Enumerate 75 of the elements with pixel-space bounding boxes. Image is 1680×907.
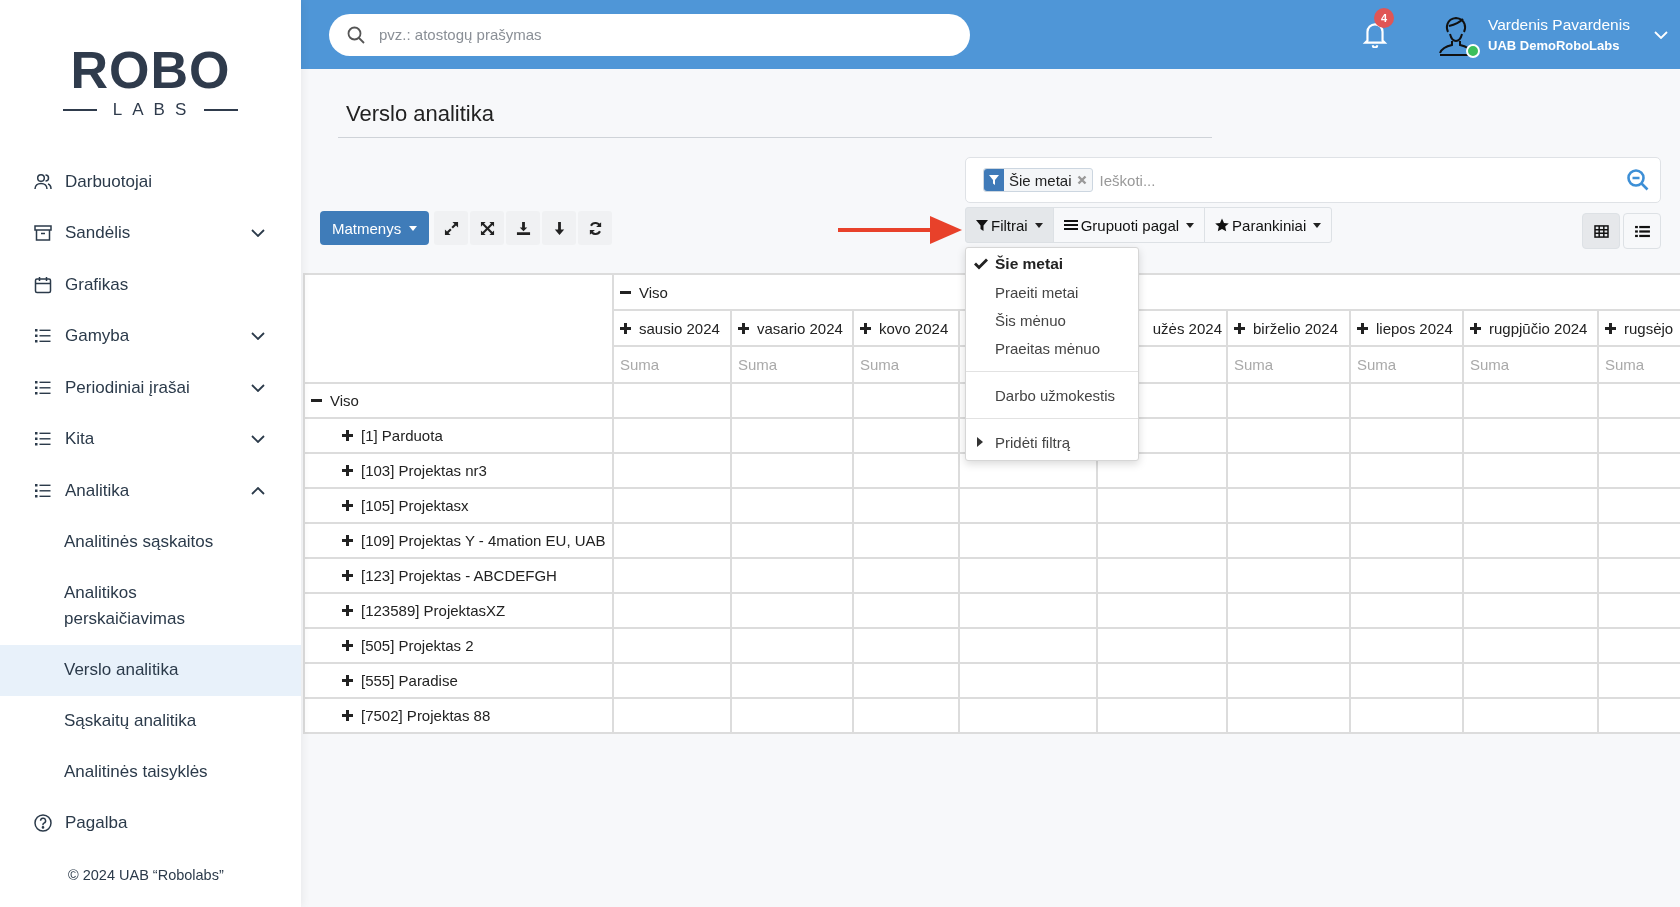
calendar-icon xyxy=(33,274,53,295)
notification-badge: 4 xyxy=(1374,7,1394,28)
search-input[interactable]: pvz.: atostogų prašymas xyxy=(377,25,970,44)
row-header[interactable]: [1] Parduota xyxy=(342,427,443,444)
sidebar-item[interactable]: Gamyba xyxy=(0,310,301,362)
sidebar-subitem[interactable]: Analitikos perskaičiavimas xyxy=(0,567,244,645)
remove-icon[interactable] xyxy=(1076,175,1087,185)
sidebar-item[interactable]: Analitika xyxy=(0,465,301,517)
funnel-icon xyxy=(976,219,988,231)
users-icon xyxy=(33,171,53,192)
search-field[interactable]: Šie metai Ieškoti... xyxy=(965,157,1661,203)
menu-icon xyxy=(1063,219,1078,231)
menu-item[interactable]: Praeitas mėnuo xyxy=(966,334,1138,362)
sidebar-subitem[interactable]: Analitinės taisyklės xyxy=(0,746,244,798)
funnel-icon xyxy=(984,169,1004,191)
company-name: UAB DemoRoboLabs xyxy=(1488,38,1621,53)
menu-item[interactable]: Šie metai xyxy=(966,250,1138,278)
logo-wordmark: ROBO xyxy=(70,44,231,96)
star-icon xyxy=(1215,218,1230,232)
search-input[interactable]: Ieškoti... xyxy=(1097,170,1626,190)
row-header[interactable]: [105] Projektasx xyxy=(342,497,469,514)
sidebar-item[interactable]: Sandėlis xyxy=(0,207,301,259)
page-title: Verslo analitika xyxy=(346,101,495,127)
refresh-button[interactable] xyxy=(578,211,613,245)
pivot-view-button[interactable] xyxy=(1582,213,1620,249)
group-by-button[interactable]: Grupuoti pagal xyxy=(1052,207,1206,243)
menu-item[interactable]: Pridėti filtrą xyxy=(966,428,1138,456)
list-view-button[interactable] xyxy=(1623,213,1661,249)
sidebar-subitem[interactable]: Verslo analitika xyxy=(0,644,301,696)
row-header[interactable]: Viso xyxy=(311,392,359,409)
sidebar-item[interactable]: Darbuotojai xyxy=(0,156,301,208)
sidebar-subitem[interactable]: Sąskaitų analitika xyxy=(0,695,244,747)
expand-icon xyxy=(443,220,459,236)
box-icon xyxy=(33,223,53,244)
search-icon xyxy=(347,25,365,44)
grid-icon xyxy=(1593,224,1609,238)
measure-header: Suma xyxy=(1605,356,1645,373)
menu-item[interactable]: Praeiti metai xyxy=(966,278,1138,306)
measure-header: Suma xyxy=(860,356,900,373)
filter-chip: Šie metai xyxy=(983,168,1093,192)
measure-header: Suma xyxy=(738,356,778,373)
search-field[interactable]: pvz.: atostogų prašymas xyxy=(329,13,970,56)
column-header[interactable]: Viso xyxy=(620,283,668,301)
favorites-button[interactable]: Parankiniai xyxy=(1204,207,1333,243)
menu-item[interactable]: Šis mėnuo xyxy=(966,306,1138,334)
download-icon xyxy=(515,220,531,236)
menu-item[interactable]: Darbo užmokestis xyxy=(966,381,1138,409)
measure-header: Suma xyxy=(1357,356,1397,373)
logo-subtitle: LABS xyxy=(111,100,197,120)
fullscreen-icon xyxy=(479,220,495,236)
fullscreen-button[interactable] xyxy=(470,211,505,245)
help-icon xyxy=(33,813,53,834)
sidebar-item[interactable]: Kita xyxy=(0,413,301,465)
filters-button[interactable]: Filtrai xyxy=(965,207,1054,243)
arrow-down-button[interactable] xyxy=(542,211,577,245)
measure-header: Suma xyxy=(1470,356,1510,373)
sidebar-item[interactable]: Grafikas xyxy=(0,259,301,311)
sidebar-item[interactable]: Periodiniai įrašai xyxy=(0,362,301,414)
download-button[interactable] xyxy=(506,211,541,245)
row-header[interactable]: [555] Paradise xyxy=(342,672,458,689)
check-icon xyxy=(974,258,988,270)
dimensions-button[interactable]: Matmenys xyxy=(320,211,430,245)
expand-button[interactable] xyxy=(434,211,469,245)
sidebar-subitem[interactable]: Analitinės sąskaitos xyxy=(0,516,244,568)
list-icon xyxy=(1634,224,1650,238)
caret-icon xyxy=(409,225,418,231)
copyright-text: © 2024 UAB “Robolabs” xyxy=(67,867,225,883)
chevron-down-icon[interactable] xyxy=(1654,30,1668,39)
caret-right-icon xyxy=(977,437,983,447)
measure-header: Suma xyxy=(620,356,660,373)
sidebar-item[interactable]: Pagalba xyxy=(0,797,301,849)
search-icon[interactable] xyxy=(1626,168,1650,192)
refresh-icon xyxy=(587,220,603,236)
measure-header: Suma xyxy=(1234,356,1274,373)
user-name: Vardenis Pavardenis xyxy=(1488,16,1631,34)
